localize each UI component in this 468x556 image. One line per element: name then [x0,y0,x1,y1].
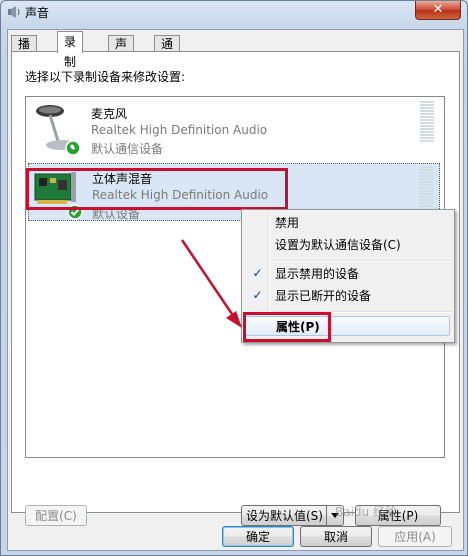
annotation-arrow [180,239,242,328]
watermark: Baidu 经验 [335,505,397,519]
